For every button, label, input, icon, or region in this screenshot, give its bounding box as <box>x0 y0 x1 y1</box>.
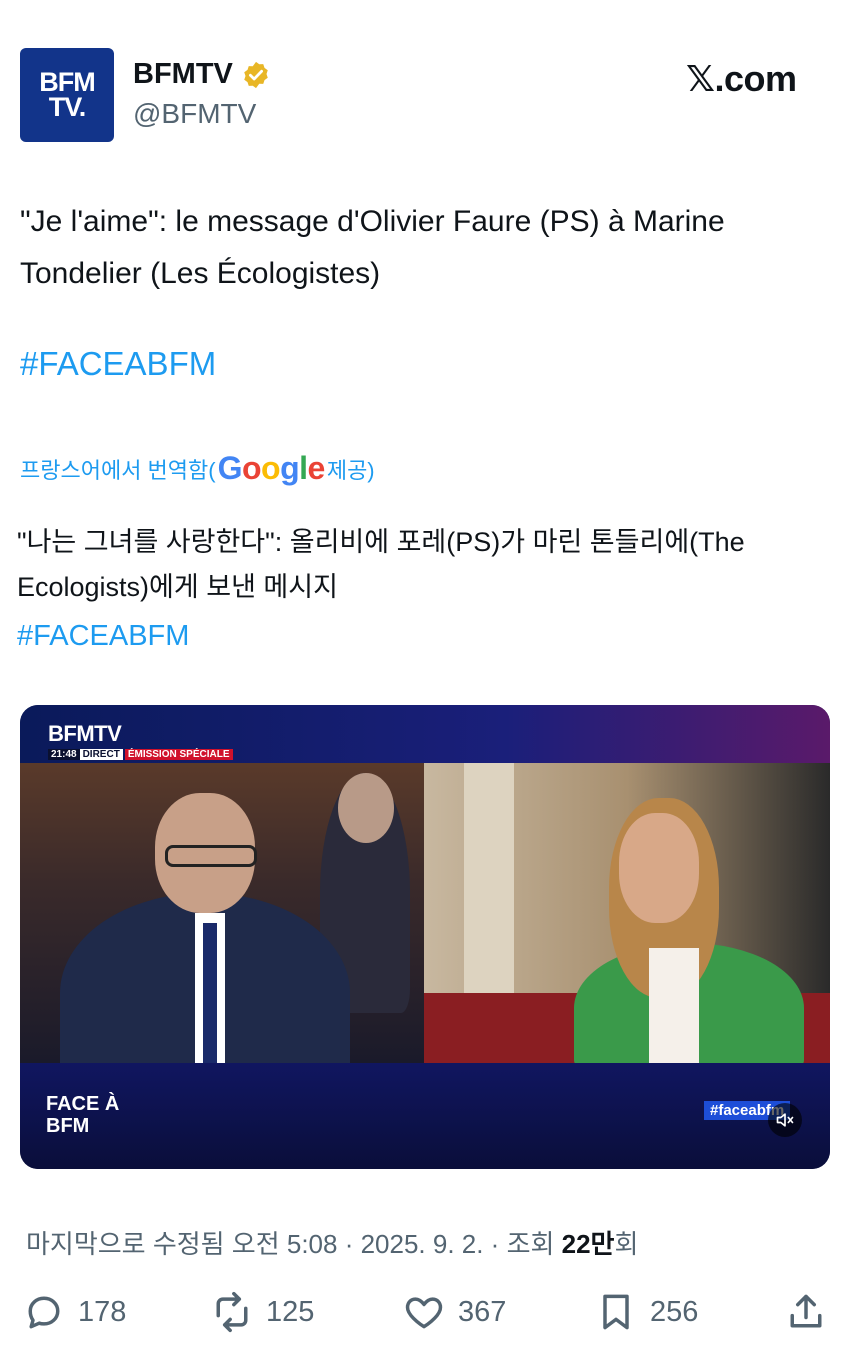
live-time: 21:48 <box>48 749 80 760</box>
share-icon <box>790 1294 822 1328</box>
account-handle[interactable]: @BFMTV <box>133 98 256 130</box>
like-button[interactable]: 367 <box>402 1290 506 1334</box>
mute-glyph-icon <box>776 1113 794 1127</box>
translated-hashtag-link[interactable]: #FACEABFM <box>17 620 189 653</box>
reply-count: 178 <box>78 1295 127 1328</box>
translation-attribution[interactable]: 프랑스어에서 번역함( Google 제공) <box>20 450 375 487</box>
video-player[interactable]: BFMTV 21:48 DIRECT ÉMISSION SPÉCIALE FAC… <box>20 705 830 1169</box>
account-name[interactable]: BFMTV <box>133 58 233 91</box>
repost-count: 125 <box>266 1295 315 1328</box>
tweet-text: "Je l'aime": le message d'Olivier Faure … <box>20 205 725 290</box>
emission-label: ÉMISSION SPÉCIALE <box>124 749 233 760</box>
bookmark-icon <box>603 1294 629 1330</box>
bookmark-button[interactable]: 256 <box>594 1290 698 1334</box>
translation-suffix: 제공) <box>326 457 375 483</box>
google-logo: Google <box>217 450 326 486</box>
bfmtv-logo[interactable]: BFM TV. <box>20 48 114 142</box>
view-count: 22만 <box>561 1229 615 1259</box>
meta-suffix: 회 <box>614 1229 639 1259</box>
channel-tag: BFMTV <box>48 721 122 746</box>
account-name-row[interactable]: BFMTV <box>133 58 271 91</box>
video-scene-right <box>424 763 830 1063</box>
speaker-muted-icon[interactable] <box>768 1103 802 1137</box>
reply-icon <box>28 1296 60 1329</box>
video-scene-left <box>20 763 424 1063</box>
share-button[interactable] <box>784 1290 828 1334</box>
direct-label: DIRECT <box>79 749 123 760</box>
meta-prefix: 마지막으로 수정됨 오전 5:08 · 2025. 9. 2. · 조회 <box>26 1229 562 1259</box>
show-logo-line1: FACE À <box>46 1093 120 1115</box>
x-com-label: 𝕏.com <box>686 58 797 99</box>
verified-badge-icon <box>244 61 268 88</box>
show-logo-line2: BFM <box>46 1115 90 1137</box>
live-banner: 21:48 DIRECT ÉMISSION SPÉCIALE <box>48 749 233 760</box>
logo-line2: TV. <box>48 92 87 122</box>
tweet-meta: 마지막으로 수정됨 오전 5:08 · 2025. 9. 2. · 조회 22만… <box>26 1224 638 1261</box>
show-logo: FACE À BFM <box>46 1093 119 1137</box>
bookmark-count: 256 <box>650 1295 699 1328</box>
translation-prefix: 프랑스어에서 번역함( <box>20 457 216 483</box>
translated-text: "나는 그녀를 사랑한다": 올리비에 포레(PS)가 마린 톤들리에(The … <box>17 527 745 602</box>
repost-icon <box>216 1291 248 1333</box>
action-bar: 178 125 367 256 <box>0 1290 850 1346</box>
hashtag-link[interactable]: #FACEABFM <box>20 345 216 383</box>
repost-button[interactable]: 125 <box>210 1290 314 1334</box>
like-count: 367 <box>458 1295 507 1328</box>
heart-icon <box>405 1297 443 1329</box>
reply-button[interactable]: 178 <box>22 1290 126 1334</box>
